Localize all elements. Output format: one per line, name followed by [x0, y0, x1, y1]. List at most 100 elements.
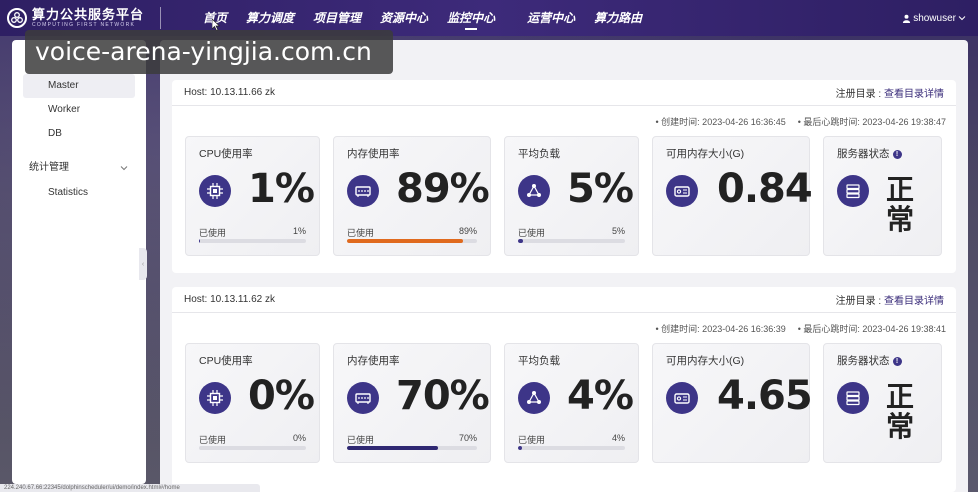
cpu-chip-icon — [199, 175, 231, 207]
logo-title: 算力公共服务平台 — [32, 6, 145, 22]
user-icon — [903, 14, 911, 23]
network-nodes-icon — [518, 175, 550, 207]
memory-card-icon — [666, 382, 698, 414]
sidebar-item-db[interactable]: DB — [12, 122, 146, 146]
logo[interactable]: 算力公共服务平台 COMPUTING FIRST NETWORK — [0, 6, 160, 29]
memory-usage-card: 内存使用率 70% 已使用 70% — [333, 343, 491, 463]
used-label: 已使用 — [347, 228, 375, 238]
progress-fill — [347, 239, 463, 243]
created-time: • 创建时间: 2023-04-26 16:36:45 — [655, 117, 786, 127]
nav-item-monitoring-center[interactable]: 监控中心 — [447, 0, 495, 36]
available-memory-card: 可用内存大小(G) 4.65 — [652, 343, 813, 463]
sidebar-collapse-toggle[interactable]: ‹ — [139, 248, 147, 280]
sidebar: Master Worker DB 统计管理 Statistics — [12, 40, 146, 484]
user-name: showuser — [913, 12, 956, 24]
logo-icon — [7, 8, 27, 28]
metric-value: 89% — [396, 166, 490, 212]
host-card: Host: 10.13.11.66 zk 注册目录 : 查看目录详情 • 创建时… — [172, 80, 956, 273]
used-percent: 0% — [292, 433, 306, 443]
server-rack-icon — [837, 175, 869, 207]
server-status-card: 服务器状态! 正常 — [823, 343, 942, 463]
used-percent: 5% — [611, 226, 625, 236]
host-timestamps: • 创建时间: 2023-04-26 16:36:45 • 最后心跳时间: 202… — [656, 115, 946, 128]
host-card-header: Host: 10.13.11.62 zk 注册目录 : 查看目录详情 — [172, 287, 956, 313]
server-status-value: 正常 — [886, 173, 915, 236]
registry-dir-label: 注册目录 : — [835, 89, 884, 100]
host-timestamps: • 创建时间: 2023-04-26 16:36:39 • 最后心跳时间: 202… — [656, 322, 946, 335]
metric-value: 70% — [396, 373, 490, 419]
host-card-header: Host: 10.13.11.66 zk 注册目录 : 查看目录详情 — [172, 80, 956, 106]
metric-title: 可用内存大小(G) — [666, 355, 745, 367]
host-label: Host: 10.13.11.62 zk — [184, 294, 275, 305]
memory-card-icon — [666, 175, 698, 207]
progress-fill — [347, 446, 438, 450]
metric-value: 5% — [567, 166, 634, 212]
average-load-card: 平均负载 4% 已使用 4% — [504, 343, 639, 463]
metric-value: 4% — [567, 373, 634, 419]
view-dir-details-link[interactable]: 查看目录详情 — [884, 89, 944, 100]
chevron-down-icon — [120, 166, 128, 171]
watermark-overlay: voice-arena-yingjia.com.cn — [25, 30, 393, 74]
nav-item-compute-routing[interactable]: 算力路由 — [594, 0, 642, 36]
cpu-usage-card: CPU使用率 0% 已使用 0% — [185, 343, 320, 463]
host-card: Host: 10.13.11.62 zk 注册目录 : 查看目录详情 • 创建时… — [172, 287, 956, 492]
network-nodes-icon — [518, 382, 550, 414]
used-label: 已使用 — [199, 435, 227, 445]
progress-fill — [518, 239, 524, 243]
sidebar-item-master[interactable]: Master — [23, 74, 135, 98]
info-icon[interactable]: ! — [892, 150, 902, 159]
info-icon[interactable]: ! — [892, 357, 902, 366]
status-title: 服务器状态 — [837, 355, 890, 367]
metric-title: 内存使用率 — [347, 148, 400, 160]
cpu-chip-icon — [199, 382, 231, 414]
metric-title: CPU使用率 — [199, 148, 253, 160]
metric-title: 服务器状态! — [837, 353, 902, 368]
last-heartbeat-time: • 最后心跳时间: 2023-04-26 19:38:47 — [797, 117, 946, 127]
metric-value: 0.84 — [717, 166, 813, 212]
memory-usage-card: 内存使用率 89% 已使用 89% — [333, 136, 491, 256]
view-dir-details-link[interactable]: 查看目录详情 — [884, 296, 944, 307]
used-label: 已使用 — [518, 228, 546, 238]
user-menu[interactable]: showuser — [902, 0, 966, 36]
metric-value: 4.65 — [717, 373, 813, 419]
metric-title: 服务器状态! — [837, 146, 902, 161]
sidebar-group-statistics-management[interactable]: 统计管理 — [12, 155, 146, 181]
used-label: 已使用 — [199, 228, 227, 238]
sidebar-item-worker[interactable]: Worker — [12, 98, 146, 122]
used-percent: 89% — [458, 226, 477, 236]
available-memory-card: 可用内存大小(G) 0.84 — [652, 136, 813, 256]
metric-title: 可用内存大小(G) — [666, 148, 745, 160]
progress-fill — [518, 446, 523, 450]
cpu-usage-card: CPU使用率 1% 已使用 1% — [185, 136, 320, 256]
used-percent: 1% — [292, 226, 306, 236]
metric-value: 1% — [248, 166, 315, 212]
host-label: Host: 10.13.11.66 zk — [184, 87, 275, 98]
server-status-value: 正常 — [886, 380, 915, 443]
sidebar-item-statistics[interactable]: Statistics — [12, 181, 146, 205]
registry-dir-label: 注册目录 : — [835, 296, 884, 307]
nav-item-operations-center[interactable]: 运营中心 — [527, 0, 575, 36]
main-content: Host: 10.13.11.66 zk 注册目录 : 查看目录详情 • 创建时… — [160, 40, 968, 492]
usage-progress-bar — [199, 446, 306, 450]
server-rack-icon — [837, 382, 869, 414]
usage-progress-bar — [347, 446, 477, 450]
used-percent: 4% — [611, 433, 625, 443]
used-percent: 70% — [458, 433, 477, 443]
metric-title: 平均负载 — [518, 148, 560, 160]
metric-title: 平均负载 — [518, 355, 560, 367]
usage-progress-bar — [518, 239, 625, 243]
logo-subtitle: COMPUTING FIRST NETWORK — [32, 21, 136, 28]
header-divider — [160, 7, 161, 29]
progress-fill — [199, 239, 201, 243]
memory-stick-icon — [347, 382, 379, 414]
server-status-card: 服务器状态! 正常 — [823, 136, 942, 256]
usage-progress-bar — [199, 239, 306, 243]
usage-progress-bar — [518, 446, 625, 450]
chevron-down-icon — [958, 16, 966, 21]
created-time: • 创建时间: 2023-04-26 16:36:39 — [655, 324, 786, 334]
last-heartbeat-time: • 最后心跳时间: 2023-04-26 19:38:41 — [797, 324, 946, 334]
average-load-card: 平均负载 5% 已使用 5% — [504, 136, 639, 256]
metric-title: 内存使用率 — [347, 355, 400, 367]
sidebar-group-label: 统计管理 — [29, 162, 69, 173]
memory-stick-icon — [347, 175, 379, 207]
